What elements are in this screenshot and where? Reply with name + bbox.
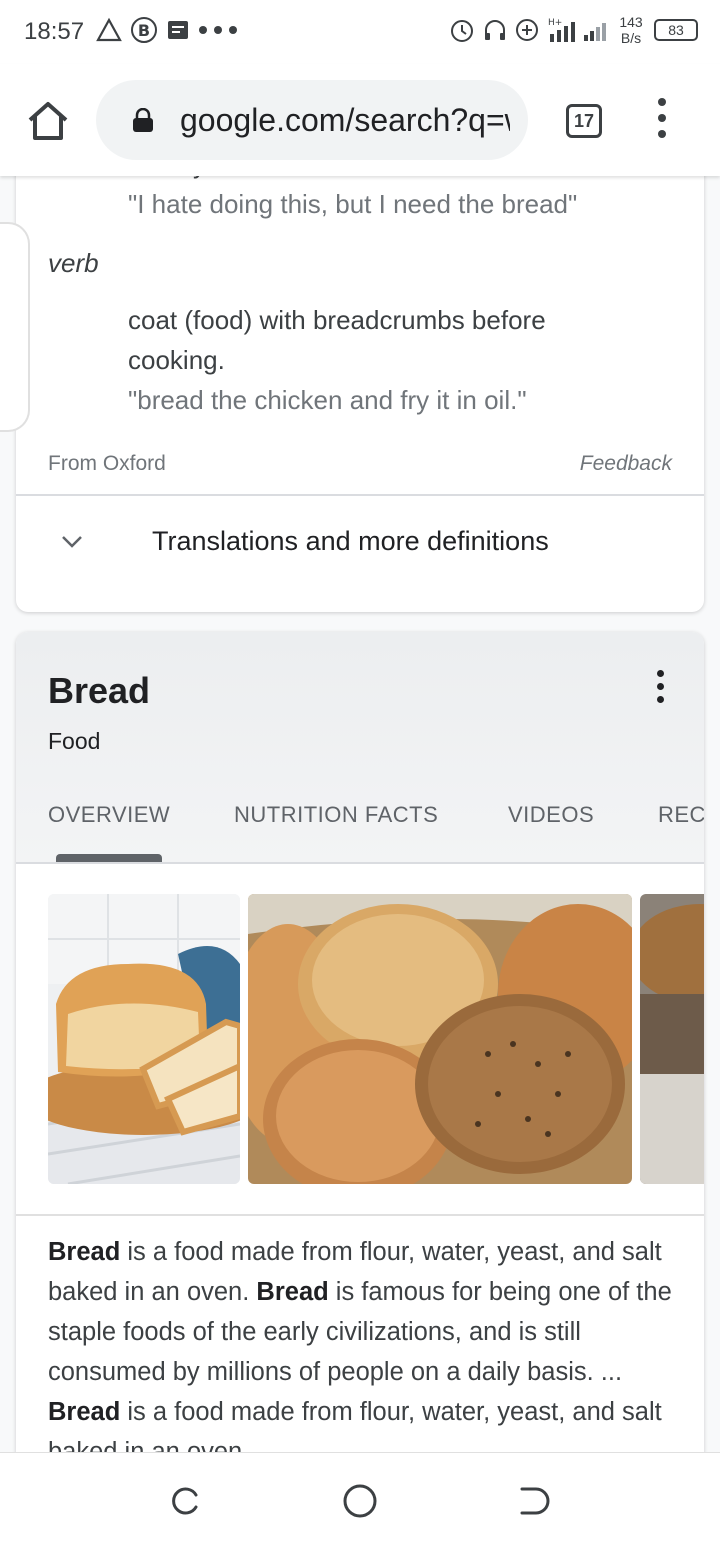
- desc-bold-2: Bread: [256, 1278, 329, 1306]
- more-vert-icon[interactable]: [654, 670, 666, 710]
- headphones-icon: [485, 20, 505, 40]
- part-of-speech: verb: [48, 248, 99, 278]
- back-icon[interactable]: [516, 1485, 550, 1517]
- data-saver-icon: [516, 19, 538, 41]
- desc-bold-1: Bread: [48, 1238, 121, 1266]
- desc-bold-3: Bread: [48, 1398, 121, 1426]
- verb-definition-line2: cooking.: [128, 345, 225, 375]
- entity-subtitle: Food: [48, 728, 101, 754]
- translations-expander[interactable]: Translations and more definitions: [16, 496, 704, 592]
- lock-icon: [133, 108, 153, 132]
- side-panel-handle[interactable]: [0, 222, 30, 432]
- signal-icon: [584, 23, 606, 41]
- dictionary-card: money. "I hate doing this, but I need th…: [0, 176, 704, 612]
- image-carousel[interactable]: [16, 894, 704, 1184]
- signal-h-plus-icon: H+: [548, 18, 575, 42]
- status-bar: 18:57 B H+ 143 B/s 83: [0, 0, 720, 64]
- home-nav-icon[interactable]: [342, 1483, 378, 1519]
- knowledge-panel-header: Bread Food OVERVIEW NUTRITION FACTS VIDE…: [16, 632, 704, 864]
- entity-description: Bread is a food made from flour, water, …: [48, 1232, 678, 1452]
- knowledge-panel-tabs: OVERVIEW NUTRITION FACTS VIDEOS REC: [16, 798, 704, 864]
- feedback-link[interactable]: Feedback: [580, 452, 672, 476]
- more-vert-icon[interactable]: [652, 98, 672, 146]
- translations-label: Translations and more definitions: [152, 526, 549, 556]
- b-circle-icon: B: [131, 17, 157, 43]
- warning-icon: [96, 17, 122, 42]
- tab-nutrition-facts[interactable]: NUTRITION FACTS: [234, 802, 438, 828]
- verb-definition-line1: coat (food) with breadcrumbs before: [128, 305, 546, 335]
- chevron-down-icon: [62, 536, 82, 548]
- verb-example: "bread the chicken and fry it in oil.": [128, 385, 527, 415]
- active-tab-indicator: [56, 854, 162, 862]
- alarm-icon: [451, 20, 473, 42]
- tab-recipes[interactable]: REC: [658, 802, 704, 828]
- status-time: 18:57: [24, 18, 85, 45]
- system-navigation-bar: [0, 1452, 720, 1548]
- divider: [16, 1214, 704, 1216]
- tab-videos[interactable]: VIDEOS: [508, 802, 594, 828]
- status-system-icons: H+ 143 B/s 83: [448, 14, 698, 46]
- bread-image-rolls-basket[interactable]: [248, 894, 632, 1184]
- definition-example: "I hate doing this, but I need the bread…: [128, 189, 578, 219]
- knowledge-panel: Bread Food OVERVIEW NUTRITION FACTS VIDE…: [16, 632, 704, 1452]
- url-text[interactable]: google.com/search?q=w: [180, 102, 510, 139]
- tab-overview[interactable]: OVERVIEW: [48, 802, 170, 828]
- browser-toolbar: google.com/search?q=w 17: [0, 64, 720, 176]
- desc-text-3: is a food made from flour, water, yeast,…: [48, 1398, 662, 1452]
- definition-tail: money.: [128, 176, 211, 184]
- status-notification-icons: B: [96, 16, 238, 44]
- search-results[interactable]: money. "I hate doing this, but I need th…: [0, 176, 720, 1452]
- bread-image-dark-loaf[interactable]: [640, 894, 704, 1184]
- speed-unit: B/s: [620, 30, 642, 46]
- message-icon: [168, 21, 188, 39]
- bread-image-sliced-loaf[interactable]: [48, 894, 240, 1184]
- battery-icon: 83: [654, 19, 698, 41]
- more-notifications-icon: [199, 26, 237, 34]
- network-speed: 143 B/s: [614, 14, 648, 46]
- svg-text:B: B: [138, 21, 150, 40]
- tab-switcher-button[interactable]: 17: [566, 104, 602, 138]
- recent-apps-icon[interactable]: [170, 1485, 202, 1517]
- dictionary-source[interactable]: From Oxford: [48, 452, 166, 476]
- address-bar[interactable]: google.com/search?q=w: [96, 80, 528, 160]
- entity-title: Bread: [48, 670, 151, 711]
- speed-value: 143: [619, 14, 643, 30]
- home-icon[interactable]: [24, 98, 72, 142]
- svg-text:H+: H+: [548, 18, 562, 28]
